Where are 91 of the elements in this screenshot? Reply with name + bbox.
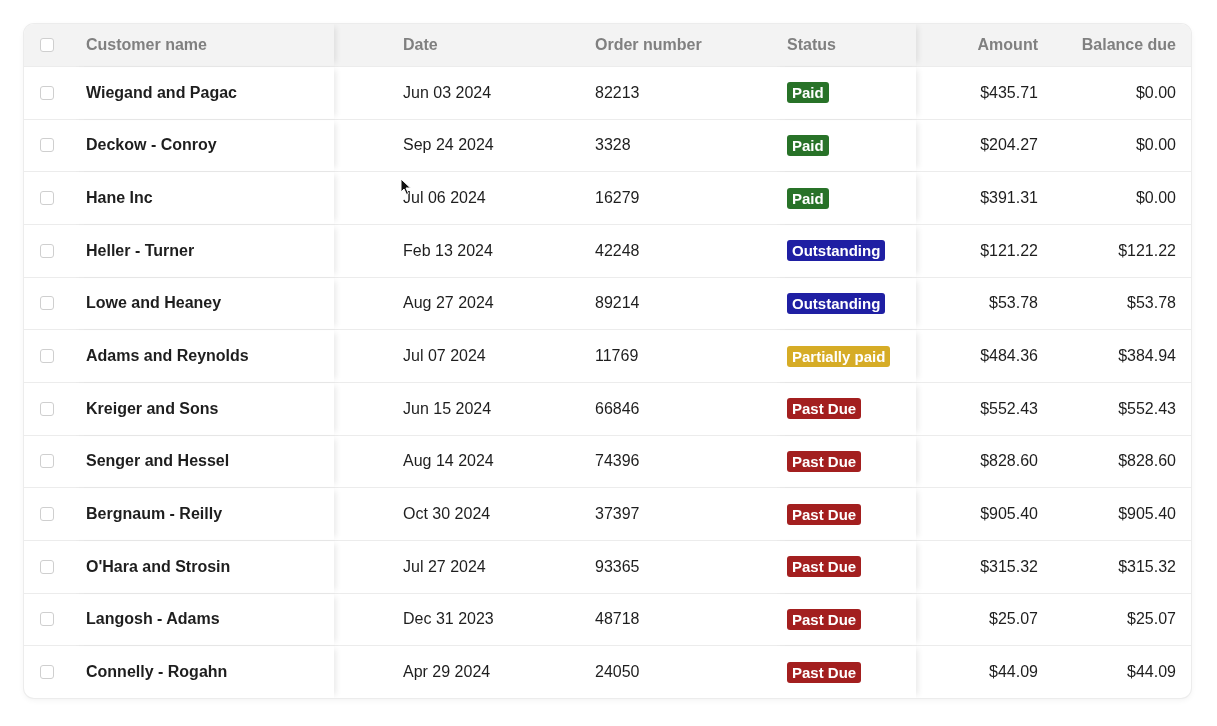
- row-checkbox[interactable]: [40, 454, 54, 469]
- balance-text: $552.43: [1118, 399, 1176, 418]
- amount-text: $391.31: [980, 189, 1038, 208]
- row-checkbox[interactable]: [40, 559, 54, 574]
- balance-text: $0.00: [1135, 136, 1176, 155]
- date-text: Sep 24 2024: [403, 136, 494, 155]
- date-text: Apr 29 2024: [403, 663, 491, 682]
- status-badge: Partially paid: [787, 345, 891, 367]
- amount-text: $204.27: [980, 136, 1038, 155]
- customer-name: Kreiger and Sons: [86, 399, 219, 418]
- customer-name: Connelly - Rogahn: [86, 663, 228, 682]
- order-number: 93365: [595, 557, 640, 576]
- row-checkbox[interactable]: [40, 138, 54, 153]
- status-badge: Past Due: [787, 450, 862, 472]
- column-header[interactable]: Balance due: [1081, 36, 1176, 54]
- select-all-checkbox[interactable]: [40, 38, 54, 52]
- date-text: Feb 13 2024: [403, 241, 493, 260]
- amount-text: $484.36: [980, 347, 1038, 366]
- balance-text: $315.32: [1118, 557, 1176, 576]
- row-checkbox[interactable]: [40, 507, 54, 522]
- row-checkbox[interactable]: [40, 296, 54, 311]
- customer-name: Hane Inc: [86, 189, 153, 208]
- order-number: 11769: [595, 347, 639, 366]
- status-badge: Paid: [787, 82, 829, 104]
- row-checkbox[interactable]: [40, 191, 54, 206]
- balance-text: $44.09: [1127, 663, 1176, 682]
- date-text: Jun 15 2024: [403, 399, 492, 418]
- row-checkbox[interactable]: [40, 349, 54, 364]
- date-text: Aug 27 2024: [403, 294, 494, 313]
- column-header[interactable]: Date: [403, 36, 438, 54]
- amount-text: $53.78: [989, 294, 1038, 313]
- column-header[interactable]: Order number: [595, 36, 702, 54]
- balance-text: $25.07: [1127, 610, 1176, 629]
- order-number: 48718: [595, 610, 640, 629]
- order-number: 16279: [595, 189, 640, 208]
- customer-name: Senger and Hessel: [86, 452, 230, 471]
- customer-name: Heller - Turner: [86, 241, 195, 260]
- order-number: 66846: [595, 399, 640, 418]
- amount-text: $828.60: [980, 452, 1038, 471]
- row-checkbox[interactable]: [40, 665, 54, 680]
- status-badge: Past Due: [787, 556, 862, 578]
- date-text: Jul 07 2024: [403, 347, 486, 366]
- balance-text: $53.78: [1127, 294, 1176, 313]
- balance-text: $905.40: [1118, 505, 1176, 524]
- customer-name: Lowe and Heaney: [86, 294, 222, 313]
- status-badge: Past Due: [787, 608, 862, 630]
- date-text: Jul 27 2024: [403, 557, 486, 576]
- order-number: 42248: [595, 241, 640, 260]
- amount-text: $25.07: [989, 610, 1038, 629]
- status-badge: Past Due: [787, 661, 862, 683]
- amount-text: $121.22: [980, 241, 1038, 260]
- date-text: Dec 31 2023: [403, 610, 494, 629]
- balance-text: $384.94: [1118, 347, 1176, 366]
- status-badge: Past Due: [787, 503, 862, 525]
- customer-name: Bergnaum - Reilly: [86, 505, 223, 524]
- date-text: Jun 03 2024: [403, 83, 492, 102]
- balance-text: $828.60: [1118, 452, 1176, 471]
- row-checkbox[interactable]: [40, 243, 54, 258]
- customer-name: Langosh - Adams: [86, 610, 220, 629]
- customer-name: Wiegand and Pagac: [86, 83, 237, 102]
- row-checkbox[interactable]: [40, 401, 54, 416]
- customer-name: Deckow - Conroy: [86, 136, 217, 155]
- date-text: Aug 14 2024: [403, 452, 494, 471]
- date-text: Jul 06 2024: [403, 189, 486, 208]
- row-checkbox[interactable]: [40, 85, 54, 100]
- balance-text: $0.00: [1135, 83, 1176, 102]
- order-number: 74396: [595, 452, 640, 471]
- balance-text: $121.22: [1118, 241, 1176, 260]
- amount-text: $44.09: [989, 663, 1038, 682]
- amount-text: $552.43: [980, 399, 1038, 418]
- row-checkbox[interactable]: [40, 612, 54, 627]
- status-badge: Paid: [787, 135, 829, 156]
- customer-name: O'Hara and Strosin: [86, 557, 231, 576]
- order-number: 37397: [595, 505, 640, 524]
- date-text: Oct 30 2024: [403, 505, 491, 524]
- order-number: 89214: [595, 294, 640, 313]
- balance-text: $0.00: [1135, 189, 1176, 208]
- order-number: 3328: [595, 136, 631, 155]
- order-number: 82213: [595, 83, 640, 102]
- amount-text: $315.32: [980, 557, 1038, 576]
- customer-name: Adams and Reynolds: [86, 347, 249, 366]
- status-badge: Paid: [787, 187, 829, 209]
- column-header[interactable]: Status: [787, 36, 836, 54]
- amount-text: $435.71: [980, 83, 1038, 102]
- column-header[interactable]: Amount: [977, 36, 1038, 54]
- amount-text: $905.40: [980, 505, 1038, 524]
- status-badge: Outstanding: [787, 240, 886, 262]
- order-number: 24050: [595, 663, 640, 682]
- status-badge: Past Due: [787, 398, 862, 420]
- column-header[interactable]: Customer name: [86, 36, 207, 54]
- status-badge: Outstanding: [787, 292, 886, 314]
